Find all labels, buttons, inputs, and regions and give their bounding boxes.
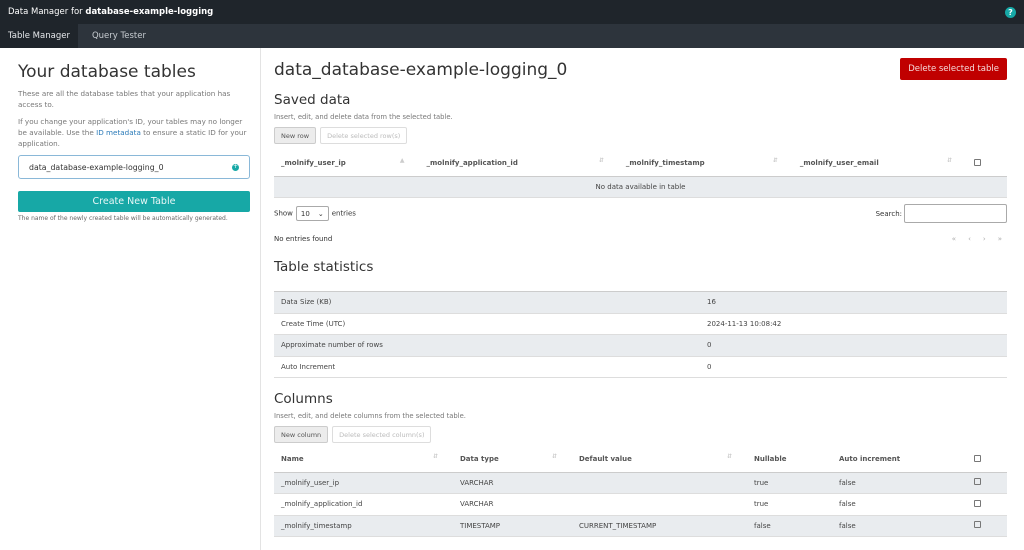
column-header[interactable]: _molnify_timestamp ⇵	[618, 151, 793, 177]
pagination: « ‹ › »	[952, 235, 1002, 243]
table-select[interactable]: data_database-example-logging_0 +	[18, 155, 250, 179]
table-row: _molnify_timestamp TIMESTAMP CURRENT_TIMES…	[274, 515, 1007, 537]
stats-table: Data Size (KB) 16 Create Time (UTC) 2024-1…	[274, 291, 1007, 378]
app-title: Data Manager for database-example-loggin…	[8, 7, 213, 17]
stat-row: Create Time (UTC) 2024-11-13 10:08:42	[274, 313, 1007, 335]
top-bar: Data Manager for database-example-loggin…	[0, 0, 1024, 24]
first-page-icon[interactable]: «	[952, 235, 956, 243]
delete-table-button[interactable]: Delete selected table	[900, 58, 1007, 80]
columns-heading: Columns	[274, 391, 333, 407]
prev-page-icon[interactable]: ‹	[968, 235, 971, 243]
column-header[interactable]: Default value ⇵	[572, 447, 747, 473]
create-table-hint: The name of the newly created table will…	[18, 215, 228, 222]
row-checkbox[interactable]	[974, 478, 981, 486]
sort-icon: ⇵	[726, 453, 732, 460]
show-label: Show	[274, 209, 293, 218]
column-header[interactable]: Data type ⇵	[453, 447, 572, 473]
sort-asc-icon: ▲	[399, 157, 405, 164]
nav-bar: Table Manager Query Tester	[0, 24, 1024, 48]
stats-heading: Table statistics	[274, 259, 374, 275]
select-all-checkbox[interactable]	[974, 158, 981, 166]
columns-table: Name ⇵ Data type ⇵ Default value ⇵ Nullable…	[274, 447, 1007, 537]
app-title-prefix: Data Manager for	[8, 7, 86, 17]
delete-columns-button[interactable]: Delete selected column(s)	[332, 426, 432, 443]
sort-icon: ⇵	[946, 157, 952, 164]
delete-rows-button[interactable]: Delete selected row(s)	[320, 127, 408, 144]
sidebar: Your database tables These are all the d…	[0, 48, 261, 550]
column-header[interactable]: Name ⇵	[274, 447, 453, 473]
saved-data-table: _molnify_user_ip ▲ _molnify_application_i…	[274, 151, 1007, 198]
page-title: data_database-example-logging_0	[274, 60, 568, 80]
chevron-down-icon: ⌄	[317, 209, 324, 218]
select-all-columns-checkbox[interactable]	[974, 454, 981, 462]
column-header[interactable]: _molnify_user_email ⇵	[792, 151, 967, 177]
sidebar-title: Your database tables	[18, 62, 196, 82]
sort-icon: ⇵	[772, 157, 778, 164]
table-row: _molnify_application_id VARCHAR true false	[274, 493, 1007, 516]
selected-table-name: data_database-example-logging_0	[29, 162, 164, 172]
saved-data-heading: Saved data	[274, 92, 351, 108]
search-input[interactable]	[904, 204, 1007, 223]
search-label: Search:	[875, 209, 902, 218]
sidebar-description: These are all the database tables that y…	[18, 89, 231, 109]
stat-row: Data Size (KB) 16	[274, 291, 1007, 314]
empty-table-message: No data available in table	[274, 176, 1007, 198]
column-header[interactable]: _molnify_application_id ⇵	[419, 151, 619, 177]
columns-subtitle: Insert, edit, and delete columns from th…	[274, 412, 466, 420]
column-header: Auto increment	[832, 447, 967, 473]
help-icon[interactable]: ?	[1005, 6, 1016, 18]
page-size-control: Show 10 ⌄ entries	[274, 206, 356, 221]
sort-icon: ⇵	[551, 453, 557, 460]
plus-circle-icon[interactable]: +	[232, 163, 239, 171]
next-page-icon[interactable]: ›	[983, 235, 986, 243]
stat-row: Auto Increment 0	[274, 356, 1007, 378]
saved-data-subtitle: Insert, edit, and delete data from the s…	[274, 113, 453, 121]
id-metadata-link[interactable]: ID metadata	[96, 128, 141, 137]
table-info: No entries found	[274, 235, 333, 243]
tab-query-tester[interactable]: Query Tester	[78, 24, 160, 48]
sort-icon: ⇵	[598, 157, 604, 164]
new-row-button[interactable]: New row	[274, 127, 317, 144]
sort-icon: ⇵	[432, 453, 438, 460]
app-name: database-example-logging	[85, 7, 214, 17]
entries-label: entries	[331, 209, 356, 218]
row-checkbox[interactable]	[974, 499, 981, 507]
tab-table-manager[interactable]: Table Manager	[0, 24, 78, 48]
column-header[interactable]: _molnify_user_ip ▲	[274, 151, 420, 177]
column-header: Nullable	[747, 447, 832, 473]
row-checkbox[interactable]	[974, 521, 981, 529]
last-page-icon[interactable]: »	[998, 235, 1002, 243]
table-row: _molnify_user_ip VARCHAR true false	[274, 472, 1007, 494]
page-size-select[interactable]: 10 ⌄	[295, 206, 329, 221]
new-column-button[interactable]: New column	[274, 426, 329, 443]
create-new-table-button[interactable]: Create New Table	[18, 191, 250, 212]
stat-row: Approximate number of rows 0	[274, 334, 1007, 357]
main-content: data_database-example-logging_0 Delete s…	[261, 48, 1024, 550]
sidebar-id-note: If you change your application's ID, you…	[18, 116, 250, 149]
